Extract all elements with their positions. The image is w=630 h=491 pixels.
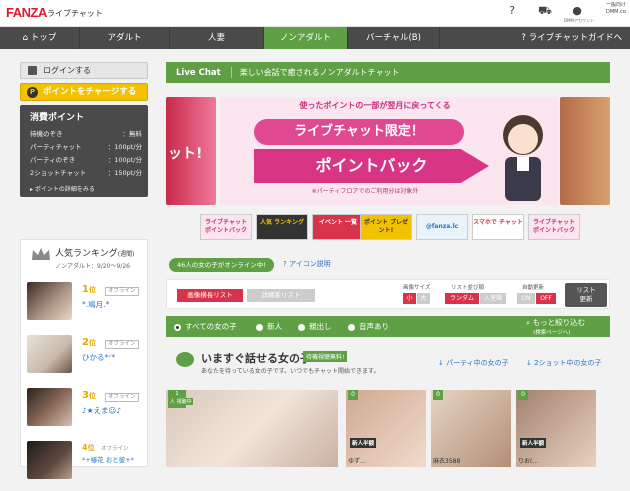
ranking-item[interactable]: 2位 オフライン ひかる*ᐟ*: [27, 335, 145, 385]
free-watch-badge: 待機視聴無料!: [303, 351, 348, 362]
login-button[interactable]: ログインする: [20, 62, 148, 79]
order-entry[interactable]: 入室順: [480, 293, 506, 304]
points-title: 消費ポイント: [30, 113, 85, 123]
avatar: [27, 335, 72, 373]
ranking-item[interactable]: 3位 オフライン ♪★えま☺♪: [27, 388, 145, 438]
tab-photo-list[interactable]: 画像横長リスト: [177, 289, 243, 302]
auto-off[interactable]: OFF: [536, 293, 556, 304]
twoshot-girls-link[interactable]: ↓ 2ショット中の女の子: [526, 358, 602, 368]
banner-headline: 使ったポイントの一部が翌月に戻ってくる: [299, 101, 451, 110]
account-type[interactable]: 一般向け DMM.co: [606, 2, 630, 16]
site-subtitle: ライブチャット: [47, 9, 103, 18]
icon-explanation-link[interactable]: ? アイコン説明: [283, 259, 331, 269]
point-icon: P: [27, 87, 38, 98]
filter-bar: すべての女の子 新人 親出し 音声あり ⌕ もっと絞り込む (検索ページへ): [166, 316, 610, 337]
performer-card[interactable]: 1 人 視聴中: [166, 390, 338, 467]
narrow-search-link[interactable]: ⌕ もっと絞り込む (検索ページへ): [526, 318, 585, 338]
performer-card[interactable]: 0 新人半額 りお(…: [516, 390, 596, 467]
tab-detail-list[interactable]: 詳細系リスト: [247, 289, 315, 302]
fanza-logo[interactable]: FANZA: [6, 5, 47, 20]
size-large[interactable]: 大: [417, 293, 430, 304]
avatar: [27, 282, 72, 320]
nav-top[interactable]: ⌂ トップ: [0, 27, 80, 49]
talk-title: いますぐ話せる女の子: [201, 352, 311, 365]
account-label: DMMアカウント: [564, 18, 594, 23]
talk-now-section: いますぐ話せる女の子 待機視聴無料! あなたを待っている女の子です。いつでもチャ…: [176, 350, 606, 376]
size-small[interactable]: 小: [403, 293, 416, 304]
online-count-badge: 46人の女の子がオンライン中!: [169, 258, 274, 272]
list-controls: 画像横長リスト 詳細系リスト 画像サイズ 小 大 リスト並び順 ランダム 入室順…: [166, 279, 610, 309]
nav-wife[interactable]: 人妻: [170, 27, 264, 49]
sub-banner-present[interactable]: ポイント プレゼント!: [360, 214, 412, 240]
guide-icon: ?: [521, 33, 526, 43]
filter-face[interactable]: 親出し: [298, 316, 332, 337]
mascot-illustration: [503, 115, 543, 201]
points-panel: 消費ポイント 待機のぞき ：無料 パーティチャット ：100pt/分 パーティのぞき…: [20, 105, 148, 197]
performer-card[interactable]: 0 新人半額 ゆず…: [346, 390, 426, 467]
sub-banner-smartphone[interactable]: スマホで チャット: [472, 214, 524, 240]
main-nav: ⌂ トップ アダルト 人妻 ノンアダルト バーチャル(B) ? ライブチャットガ…: [0, 27, 630, 49]
auto-on[interactable]: ON: [517, 293, 535, 304]
pointback-banner[interactable]: 使ったポイントの一部が翌月に戻ってくる ライブチャット限定！ ポイントバック ※…: [220, 97, 559, 205]
ranking-title: 人気ランキング(週間): [55, 249, 135, 259]
charge-points-button[interactable]: P ポイントをチャージする: [20, 83, 148, 101]
filter-new[interactable]: 新人: [256, 316, 282, 337]
sub-banner-pointback[interactable]: ライブチャット ポイントバック: [200, 214, 252, 240]
banner-limited: ライブチャット限定！: [254, 119, 464, 145]
header: FANZA ライブチャット ? ⛟ ● DMMアカウント 一般向け DMM.co: [0, 0, 630, 27]
ranking-item[interactable]: 1位 オフライン *.鳩月.*: [27, 282, 145, 332]
performer-cards: 1 人 視聴中 0 新人半額 ゆず… 0 麻衣3588 0 新人半額 りお(…: [166, 390, 610, 467]
banner-pointback: ポイントバック: [254, 149, 489, 183]
ranking-period: ノンアダルト：9/20～9/26: [55, 263, 130, 270]
filter-voice[interactable]: 音声あり: [348, 316, 389, 337]
avatar: [27, 388, 72, 426]
chat-bubble-icon: [176, 352, 194, 367]
order-random[interactable]: ランダム: [445, 293, 479, 304]
side-banner-left[interactable]: ット!: [166, 97, 216, 205]
sub-banner-events[interactable]: イベント 一覧: [312, 214, 364, 240]
main-content: Live Chat 楽しい会話で癒されるノンアダルトチャット: [166, 62, 610, 83]
livechat-bar: Live Chat 楽しい会話で癒されるノンアダルトチャット: [166, 62, 610, 83]
ranking-item[interactable]: 4位 オフライン *+椿花 おと彼+*: [27, 441, 145, 491]
ranking-panel: 人気ランキング(週間) ノンアダルト：9/20～9/26 1位 オフライン *.…: [20, 239, 148, 479]
sub-banner-ranking[interactable]: 人気 ランキング: [256, 214, 308, 240]
talk-subtitle: あなたを待っている女の子です。いつでもチャット開始できます。: [201, 368, 380, 375]
nav-nonadult[interactable]: ノンアダルト: [264, 27, 348, 49]
points-detail-link[interactable]: ▸ ポイントの詳細をみる: [30, 184, 142, 193]
side-banner-right[interactable]: [560, 97, 610, 205]
nav-guide[interactable]: ? ライブチャットガイドへ: [440, 27, 630, 49]
party-girls-link[interactable]: ↓ パーティ中の女の子: [438, 358, 509, 368]
search-icon: ⌕: [526, 318, 533, 327]
cart-icon[interactable]: ⛟: [536, 4, 554, 20]
home-icon: ⌂: [22, 33, 29, 43]
crown-icon: [32, 248, 50, 260]
performer-card[interactable]: 0 麻衣3588: [431, 390, 511, 467]
sidebar: ログインする P ポイントをチャージする 消費ポイント 待機のぞき ：無料 パーティ…: [20, 62, 148, 197]
sub-banner-pointback-2[interactable]: ライブチャット ポイントバック: [528, 214, 580, 240]
sub-banner-twitter[interactable]: @fanza.lc: [416, 214, 468, 240]
avatar: [27, 441, 72, 479]
nav-adult[interactable]: アダルト: [80, 27, 170, 49]
nav-virtual[interactable]: バーチャル(B): [348, 27, 440, 49]
refresh-list-button[interactable]: リスト 更新: [565, 283, 607, 307]
filter-all[interactable]: すべての女の子: [174, 316, 237, 337]
lock-icon: [28, 66, 37, 75]
banner-note: ※パーティフロアでのご利用分は対象外: [311, 188, 419, 195]
help-icon[interactable]: ?: [503, 4, 521, 20]
